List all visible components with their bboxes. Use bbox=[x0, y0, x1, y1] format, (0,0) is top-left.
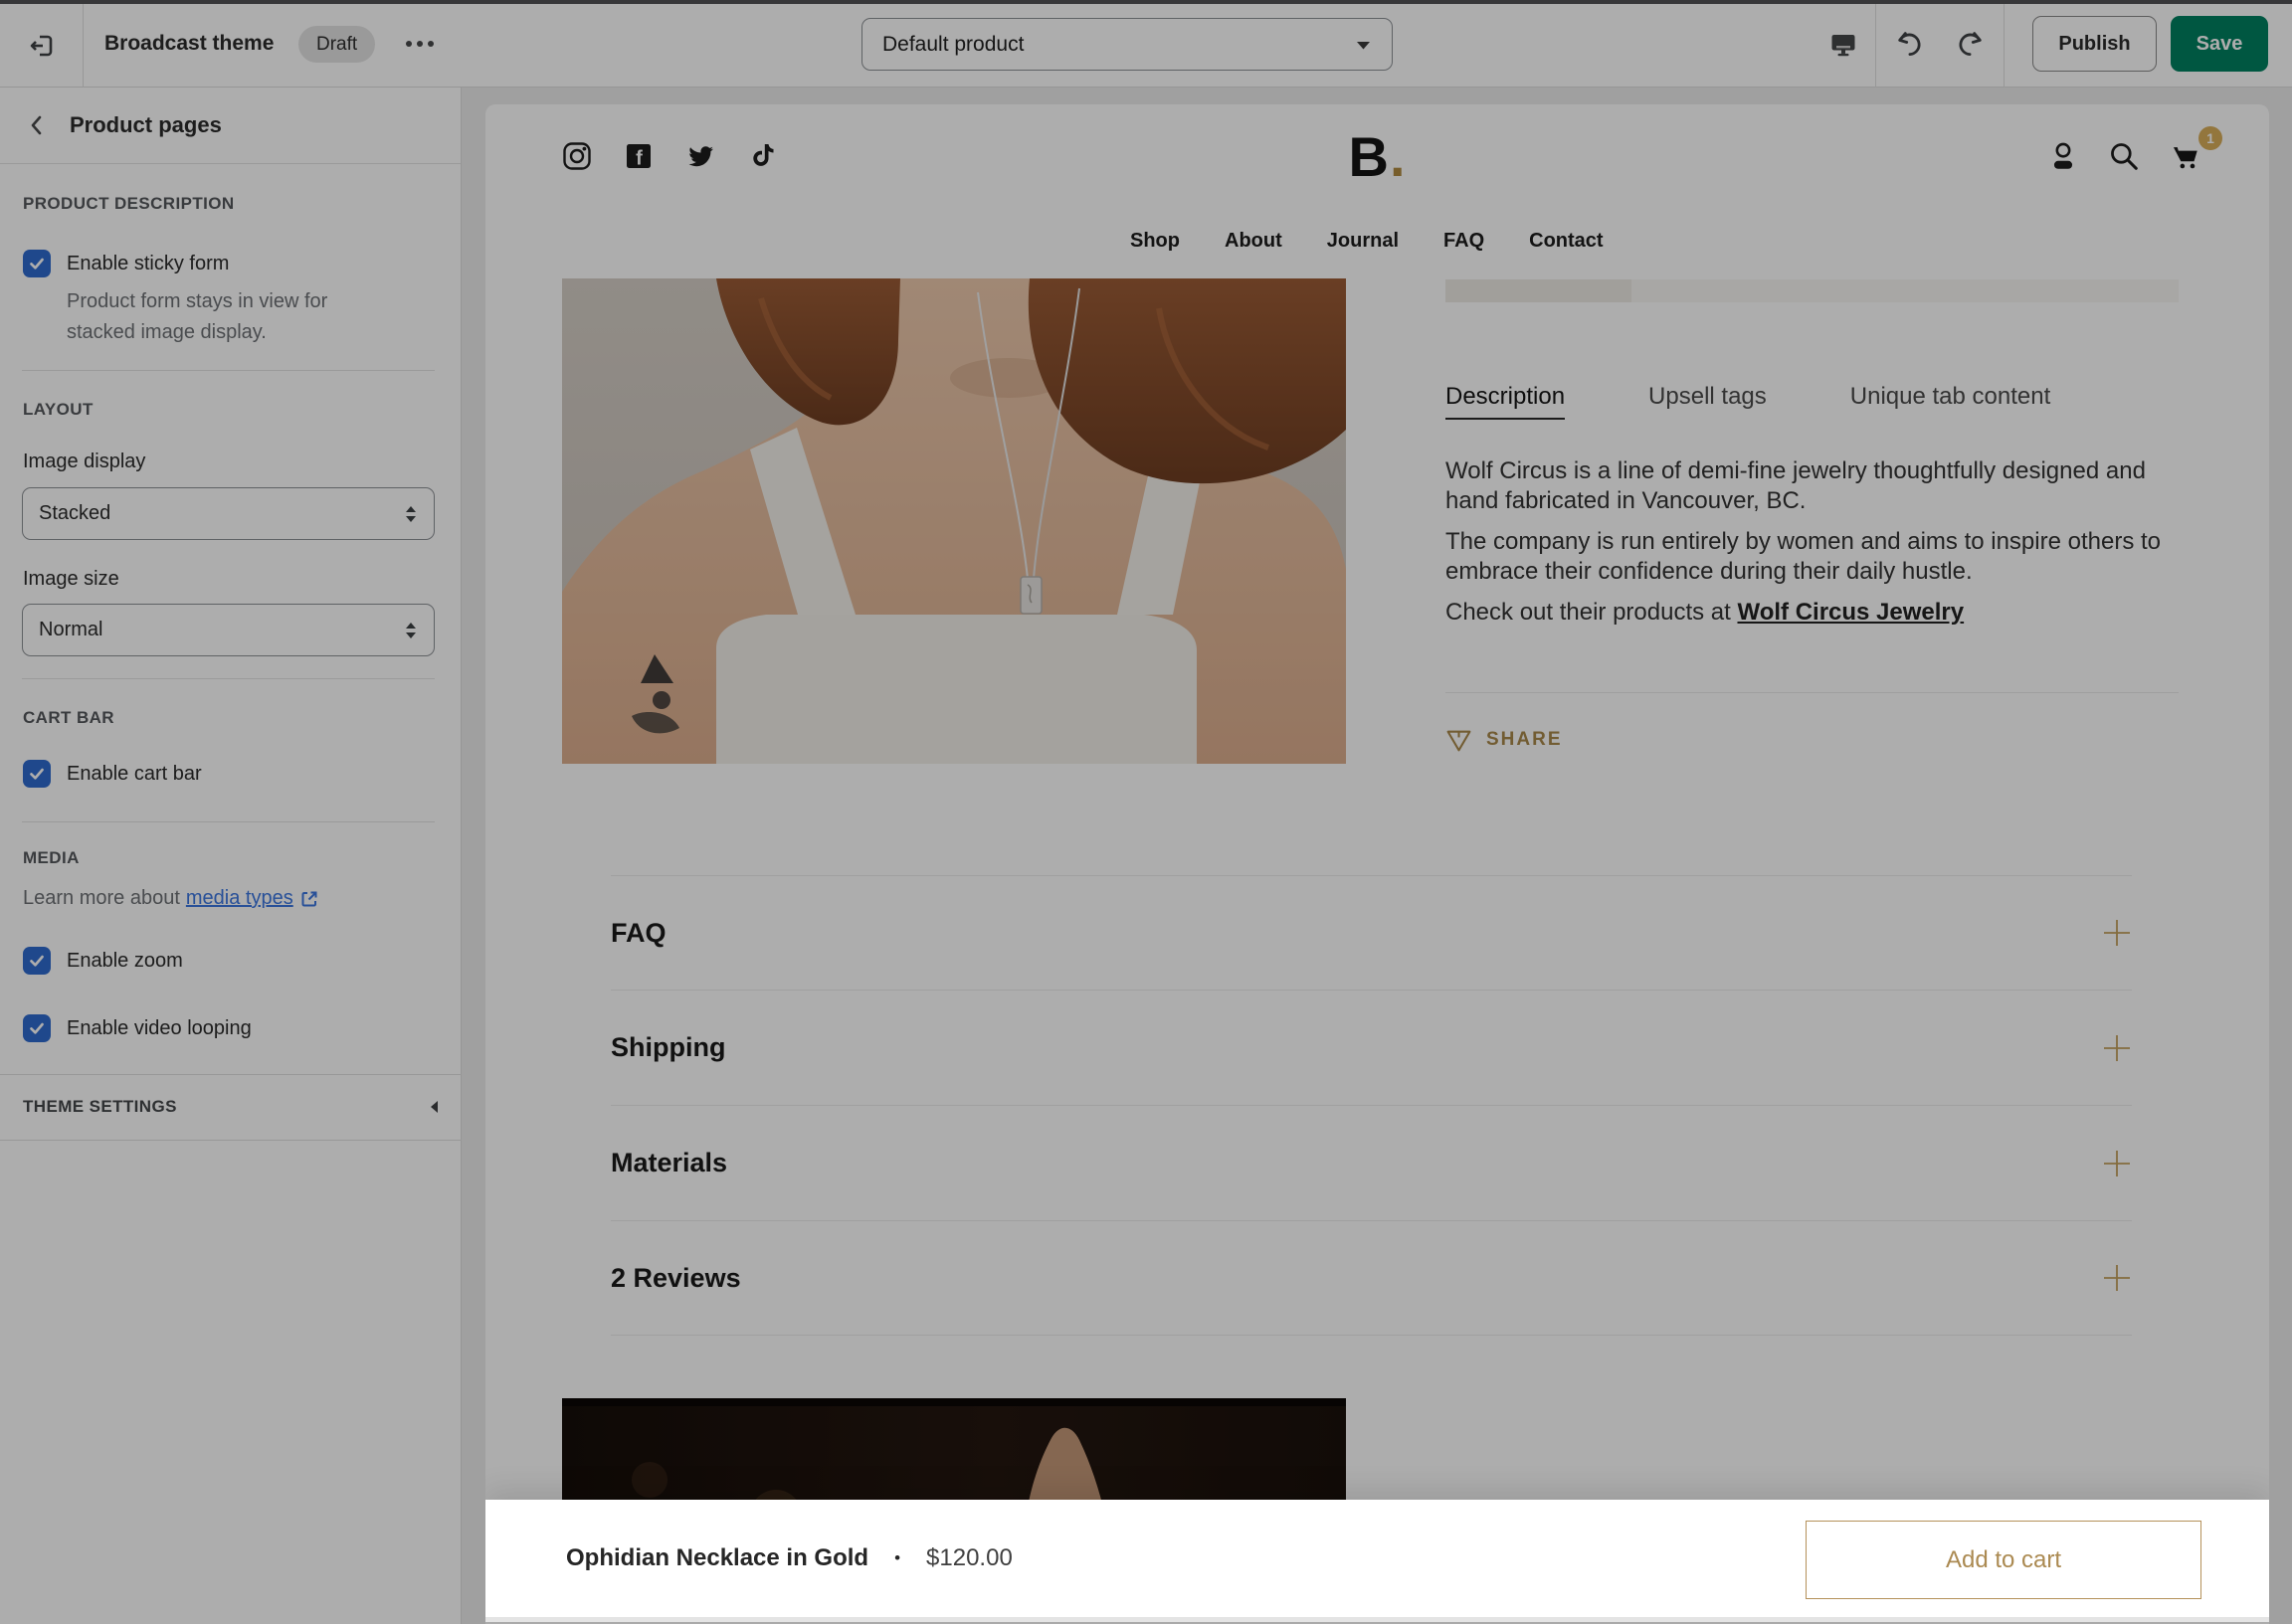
enable-video-looping-row[interactable]: Enable video looping bbox=[23, 1014, 252, 1042]
divider bbox=[1445, 692, 2179, 693]
product-description-text: Wolf Circus is a line of demi-fine jewel… bbox=[1445, 456, 2179, 638]
product-tabs: Description Upsell tags Unique tab conte… bbox=[1445, 383, 2050, 420]
nav-item-about[interactable]: About bbox=[1225, 230, 1282, 253]
image-display-value: Stacked bbox=[39, 502, 110, 525]
sticky-cart-bar: Ophidian Necklace in Gold • $120.00 Add … bbox=[485, 1500, 2269, 1617]
page-selector-value: Default product bbox=[882, 33, 1024, 57]
tab-unique-content[interactable]: Unique tab content bbox=[1850, 383, 2050, 420]
divider bbox=[22, 370, 435, 371]
accordion-faq[interactable]: FAQ bbox=[611, 875, 2132, 990]
settings-sidebar: Product pages PRODUCT DESCRIPTION Enable… bbox=[0, 88, 462, 1624]
tab-description[interactable]: Description bbox=[1445, 383, 1565, 420]
enable-zoom-label: Enable zoom bbox=[67, 950, 183, 973]
theme-settings-label: THEME SETTINGS bbox=[23, 1097, 177, 1117]
status-badge: Draft bbox=[298, 26, 375, 63]
share-label: SHARE bbox=[1486, 729, 1563, 751]
media-help-text: Learn more about media types bbox=[23, 887, 319, 910]
sidebar-title: Product pages bbox=[70, 112, 222, 138]
back-button[interactable] bbox=[22, 110, 52, 140]
theme-editor-screen: Broadcast theme Draft Default product bbox=[0, 0, 2292, 1624]
sticky-form-help-text: Product form stays in view for stacked i… bbox=[67, 286, 355, 348]
accordion-materials[interactable]: Materials bbox=[611, 1105, 2132, 1220]
share-button[interactable]: SHARE bbox=[1445, 726, 1563, 753]
image-display-select[interactable]: Stacked bbox=[22, 487, 435, 540]
accordion-reviews[interactable]: 2 Reviews bbox=[611, 1220, 2132, 1336]
product-accordions: FAQ Shipping Materials 2 Reviews bbox=[611, 875, 2132, 1336]
divider bbox=[0, 1140, 462, 1141]
share-icon bbox=[1445, 726, 1472, 753]
image-display-label: Image display bbox=[23, 451, 145, 473]
section-heading-media: MEDIA bbox=[23, 848, 80, 868]
save-button[interactable]: Save bbox=[2171, 16, 2268, 72]
device-preview-button[interactable] bbox=[1812, 29, 1875, 59]
cart-count-badge: 1 bbox=[2198, 126, 2222, 150]
nav-item-journal[interactable]: Journal bbox=[1327, 230, 1399, 253]
image-size-select[interactable]: Normal bbox=[22, 604, 435, 656]
section-heading-product-description: PRODUCT DESCRIPTION bbox=[23, 194, 235, 214]
accordion-shipping[interactable]: Shipping bbox=[611, 990, 2132, 1105]
external-link-icon bbox=[299, 889, 319, 909]
enable-sticky-form-row[interactable]: Enable sticky form bbox=[23, 250, 229, 277]
enable-cart-bar-row[interactable]: Enable cart bar bbox=[23, 760, 202, 788]
divider bbox=[22, 821, 435, 822]
more-actions-button[interactable] bbox=[406, 0, 434, 88]
exit-icon bbox=[27, 31, 57, 61]
undo-icon bbox=[1892, 28, 1924, 60]
add-to-cart-button[interactable]: Add to cart bbox=[1806, 1521, 2201, 1599]
section-heading-cart-bar: CART BAR bbox=[23, 708, 114, 728]
collapse-left-icon bbox=[428, 1099, 440, 1115]
theme-settings-button[interactable]: THEME SETTINGS bbox=[0, 1074, 462, 1140]
editor-topbar: Broadcast theme Draft Default product bbox=[0, 0, 2292, 88]
desktop-icon bbox=[1828, 29, 1858, 59]
plus-icon bbox=[2102, 1033, 2132, 1063]
theme-title: Broadcast theme bbox=[104, 0, 274, 88]
checkbox-checked-icon[interactable] bbox=[23, 1014, 51, 1042]
checkbox-checked-icon[interactable] bbox=[23, 760, 51, 788]
select-updown-icon bbox=[404, 504, 418, 524]
divider bbox=[2004, 0, 2005, 88]
window-top-edge bbox=[0, 0, 2292, 4]
wolf-circus-link[interactable]: Wolf Circus Jewelry bbox=[1737, 599, 1964, 626]
sidebar-header: Product pages bbox=[0, 88, 461, 164]
exit-editor-button[interactable] bbox=[0, 4, 84, 88]
tab-upsell-tags[interactable]: Upsell tags bbox=[1648, 383, 1767, 420]
logo-dot: . bbox=[1390, 125, 1407, 188]
image-size-label: Image size bbox=[23, 568, 119, 591]
variant-skeleton-bar bbox=[1445, 279, 2179, 302]
enable-zoom-row[interactable]: Enable zoom bbox=[23, 947, 183, 975]
separator-dot: • bbox=[894, 1548, 900, 1568]
divider bbox=[22, 678, 435, 679]
product-photo-necklace-model[interactable] bbox=[562, 278, 1346, 764]
cart-bar-price: $120.00 bbox=[926, 1544, 1013, 1572]
cart-bar-product-title: Ophidian Necklace in Gold bbox=[566, 1544, 868, 1572]
publish-button[interactable]: Publish bbox=[2032, 16, 2157, 72]
nav-item-shop[interactable]: Shop bbox=[1130, 230, 1180, 253]
section-heading-layout: LAYOUT bbox=[23, 400, 94, 420]
undo-button[interactable] bbox=[1876, 28, 1940, 60]
select-updown-icon bbox=[404, 621, 418, 640]
plus-icon bbox=[2102, 1149, 2132, 1178]
enable-video-looping-label: Enable video looping bbox=[67, 1017, 252, 1040]
checkbox-checked-icon[interactable] bbox=[23, 250, 51, 277]
preview-canvas: f B. 1 bbox=[462, 88, 2292, 1624]
page-selector-dropdown[interactable]: Default product bbox=[861, 18, 1393, 71]
chevron-down-icon bbox=[1355, 38, 1372, 52]
plus-icon bbox=[2102, 1263, 2132, 1293]
store-preview: f B. 1 bbox=[485, 104, 2269, 1624]
redo-icon bbox=[1956, 28, 1988, 60]
enable-cart-bar-label: Enable cart bar bbox=[67, 763, 202, 786]
checkbox-checked-icon[interactable] bbox=[23, 947, 51, 975]
media-types-link[interactable]: media types bbox=[186, 887, 293, 910]
plus-icon bbox=[2102, 918, 2132, 948]
redo-button[interactable] bbox=[1940, 28, 2004, 60]
enable-sticky-form-label: Enable sticky form bbox=[67, 253, 229, 275]
image-size-value: Normal bbox=[39, 619, 102, 641]
